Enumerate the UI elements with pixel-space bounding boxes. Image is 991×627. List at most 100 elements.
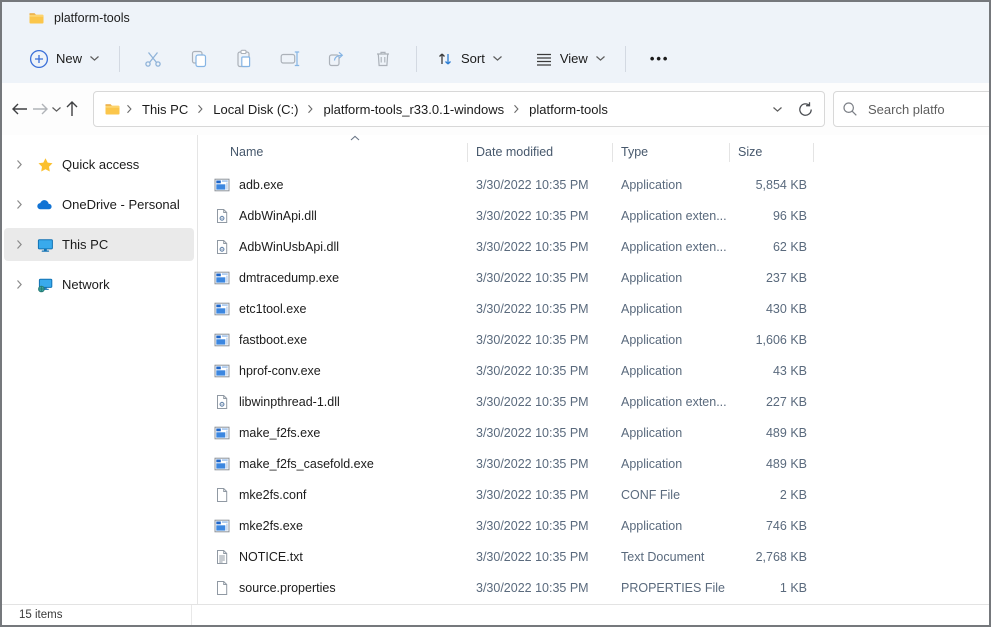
share-icon — [327, 49, 347, 69]
monitor-icon — [36, 237, 54, 253]
search-box[interactable] — [833, 91, 989, 127]
forward-button[interactable] — [31, 94, 49, 124]
sort-arrows-icon — [436, 50, 454, 68]
breadcrumb-item[interactable]: Local Disk (C:) — [209, 99, 302, 120]
copy-icon — [189, 49, 209, 69]
file-name: hprof-conv.exe — [239, 364, 321, 378]
column-header-name[interactable]: Name — [212, 135, 468, 169]
address-bar[interactable]: This PC Local Disk (C:) platform-tools_r33… — [93, 91, 825, 127]
file-type: Application exten... — [613, 209, 730, 223]
file-name: adb.exe — [239, 178, 283, 192]
table-row[interactable]: NOTICE.txt 3/30/2022 10:35 PM Text Docum… — [212, 541, 989, 572]
chevron-right-icon[interactable] — [4, 159, 34, 170]
column-header-type[interactable]: Type — [613, 135, 730, 169]
application-icon — [214, 332, 230, 348]
recent-locations-chevron[interactable] — [51, 94, 62, 124]
table-row[interactable]: AdbWinApi.dll 3/30/2022 10:35 PM Applica… — [212, 200, 989, 231]
application-icon — [214, 301, 230, 317]
column-header-date-modified[interactable]: Date modified — [468, 135, 613, 169]
status-bar: 15 items — [2, 604, 989, 625]
file-explorer-window: platform-tools New Sort View ••• — [0, 0, 991, 627]
file-name: libwinpthread-1.dll — [239, 395, 340, 409]
file-type: Application — [613, 271, 730, 285]
breadcrumb-item[interactable]: This PC — [138, 99, 192, 120]
chevron-right-icon[interactable] — [4, 239, 34, 250]
explorer-tab[interactable]: platform-tools — [2, 2, 130, 34]
view-button[interactable]: View — [526, 45, 615, 73]
table-row[interactable]: make_f2fs.exe 3/30/2022 10:35 PM Applica… — [212, 417, 989, 448]
column-headers: Name Date modified Type Size — [212, 135, 989, 169]
view-button-label: View — [560, 51, 588, 66]
file-name: mke2fs.exe — [239, 519, 303, 533]
file-type: Application exten... — [613, 240, 730, 254]
table-row[interactable]: dmtracedump.exe 3/30/2022 10:35 PM Appli… — [212, 262, 989, 293]
navigation-pane: Quick access OneDrive - Personal This PC… — [2, 135, 198, 604]
table-row[interactable]: adb.exe 3/30/2022 10:35 PM Application 5… — [212, 169, 989, 200]
file-type: Application — [613, 364, 730, 378]
star-icon — [36, 157, 54, 173]
table-row[interactable]: fastboot.exe 3/30/2022 10:35 PM Applicat… — [212, 324, 989, 355]
file-size: 430 KB — [730, 302, 814, 316]
table-row[interactable]: libwinpthread-1.dll 3/30/2022 10:35 PM A… — [212, 386, 989, 417]
network-icon — [36, 277, 54, 293]
table-row[interactable]: hprof-conv.exe 3/30/2022 10:35 PM Applic… — [212, 355, 989, 386]
breadcrumb-item[interactable]: platform-tools_r33.0.1-windows — [319, 99, 508, 120]
paste-button[interactable] — [222, 43, 268, 75]
file-size: 489 KB — [730, 457, 814, 471]
table-row[interactable]: AdbWinUsbApi.dll 3/30/2022 10:35 PM Appl… — [212, 231, 989, 262]
cloud-icon — [36, 197, 54, 213]
sort-button[interactable]: Sort — [427, 44, 512, 74]
see-more-button[interactable]: ••• — [636, 51, 684, 66]
sidebar-item-onedrive-personal[interactable]: OneDrive - Personal — [4, 188, 194, 221]
breadcrumb-item[interactable]: platform-tools — [525, 99, 612, 120]
sidebar-item-this-pc[interactable]: This PC — [4, 228, 194, 261]
table-row[interactable]: source.properties 3/30/2022 10:35 PM PRO… — [212, 572, 989, 603]
file-name: NOTICE.txt — [239, 550, 303, 564]
sidebar-item-quick-access[interactable]: Quick access — [4, 148, 194, 181]
table-row[interactable]: make_f2fs_casefold.exe 3/30/2022 10:35 P… — [212, 448, 989, 479]
table-row[interactable]: mke2fs.conf 3/30/2022 10:35 PM CONF File… — [212, 479, 989, 510]
breadcrumb-chevron-icon — [192, 104, 209, 114]
address-dropdown-chevron-icon[interactable] — [772, 106, 783, 113]
file-date-modified: 3/30/2022 10:35 PM — [468, 488, 613, 502]
chevron-right-icon[interactable] — [4, 199, 34, 210]
share-button[interactable] — [314, 43, 360, 75]
delete-button[interactable] — [360, 43, 406, 75]
rename-button[interactable] — [268, 43, 314, 75]
chevron-right-icon[interactable] — [4, 279, 34, 290]
folder-icon — [28, 10, 45, 26]
file-date-modified: 3/30/2022 10:35 PM — [468, 395, 613, 409]
file-type: Application — [613, 457, 730, 471]
breadcrumb-chevron-icon — [121, 104, 138, 114]
rename-icon — [280, 49, 302, 69]
file-name: AdbWinApi.dll — [239, 209, 317, 223]
file-name: etc1tool.exe — [239, 302, 306, 316]
file-date-modified: 3/30/2022 10:35 PM — [468, 240, 613, 254]
file-date-modified: 3/30/2022 10:35 PM — [468, 550, 613, 564]
file-date-modified: 3/30/2022 10:35 PM — [468, 581, 613, 595]
copy-button[interactable] — [176, 43, 222, 75]
column-header-size[interactable]: Size — [730, 135, 814, 169]
breadcrumb: This PC Local Disk (C:) platform-tools_r33… — [121, 99, 612, 120]
file-name: make_f2fs_casefold.exe — [239, 457, 374, 471]
table-row[interactable]: mke2fs.exe 3/30/2022 10:35 PM Applicatio… — [212, 510, 989, 541]
application-icon — [214, 456, 230, 472]
file-size: 1,606 KB — [730, 333, 814, 347]
table-row[interactable]: etc1tool.exe 3/30/2022 10:35 PM Applicat… — [212, 293, 989, 324]
search-input[interactable] — [868, 102, 978, 117]
dll-icon — [214, 394, 230, 410]
file-date-modified: 3/30/2022 10:35 PM — [468, 426, 613, 440]
refresh-icon[interactable] — [797, 101, 814, 118]
toolbar-separator — [416, 46, 417, 72]
file-date-modified: 3/30/2022 10:35 PM — [468, 457, 613, 471]
file-type: CONF File — [613, 488, 730, 502]
cut-button[interactable] — [130, 43, 176, 75]
sidebar-item-network[interactable]: Network — [4, 268, 194, 301]
item-count: 15 items — [19, 609, 62, 621]
sort-button-label: Sort — [461, 51, 485, 66]
toolbar-separator — [119, 46, 120, 72]
tab-title: platform-tools — [54, 11, 130, 25]
back-button[interactable] — [11, 94, 29, 124]
up-button[interactable] — [64, 94, 80, 124]
new-button[interactable]: New — [20, 43, 109, 75]
